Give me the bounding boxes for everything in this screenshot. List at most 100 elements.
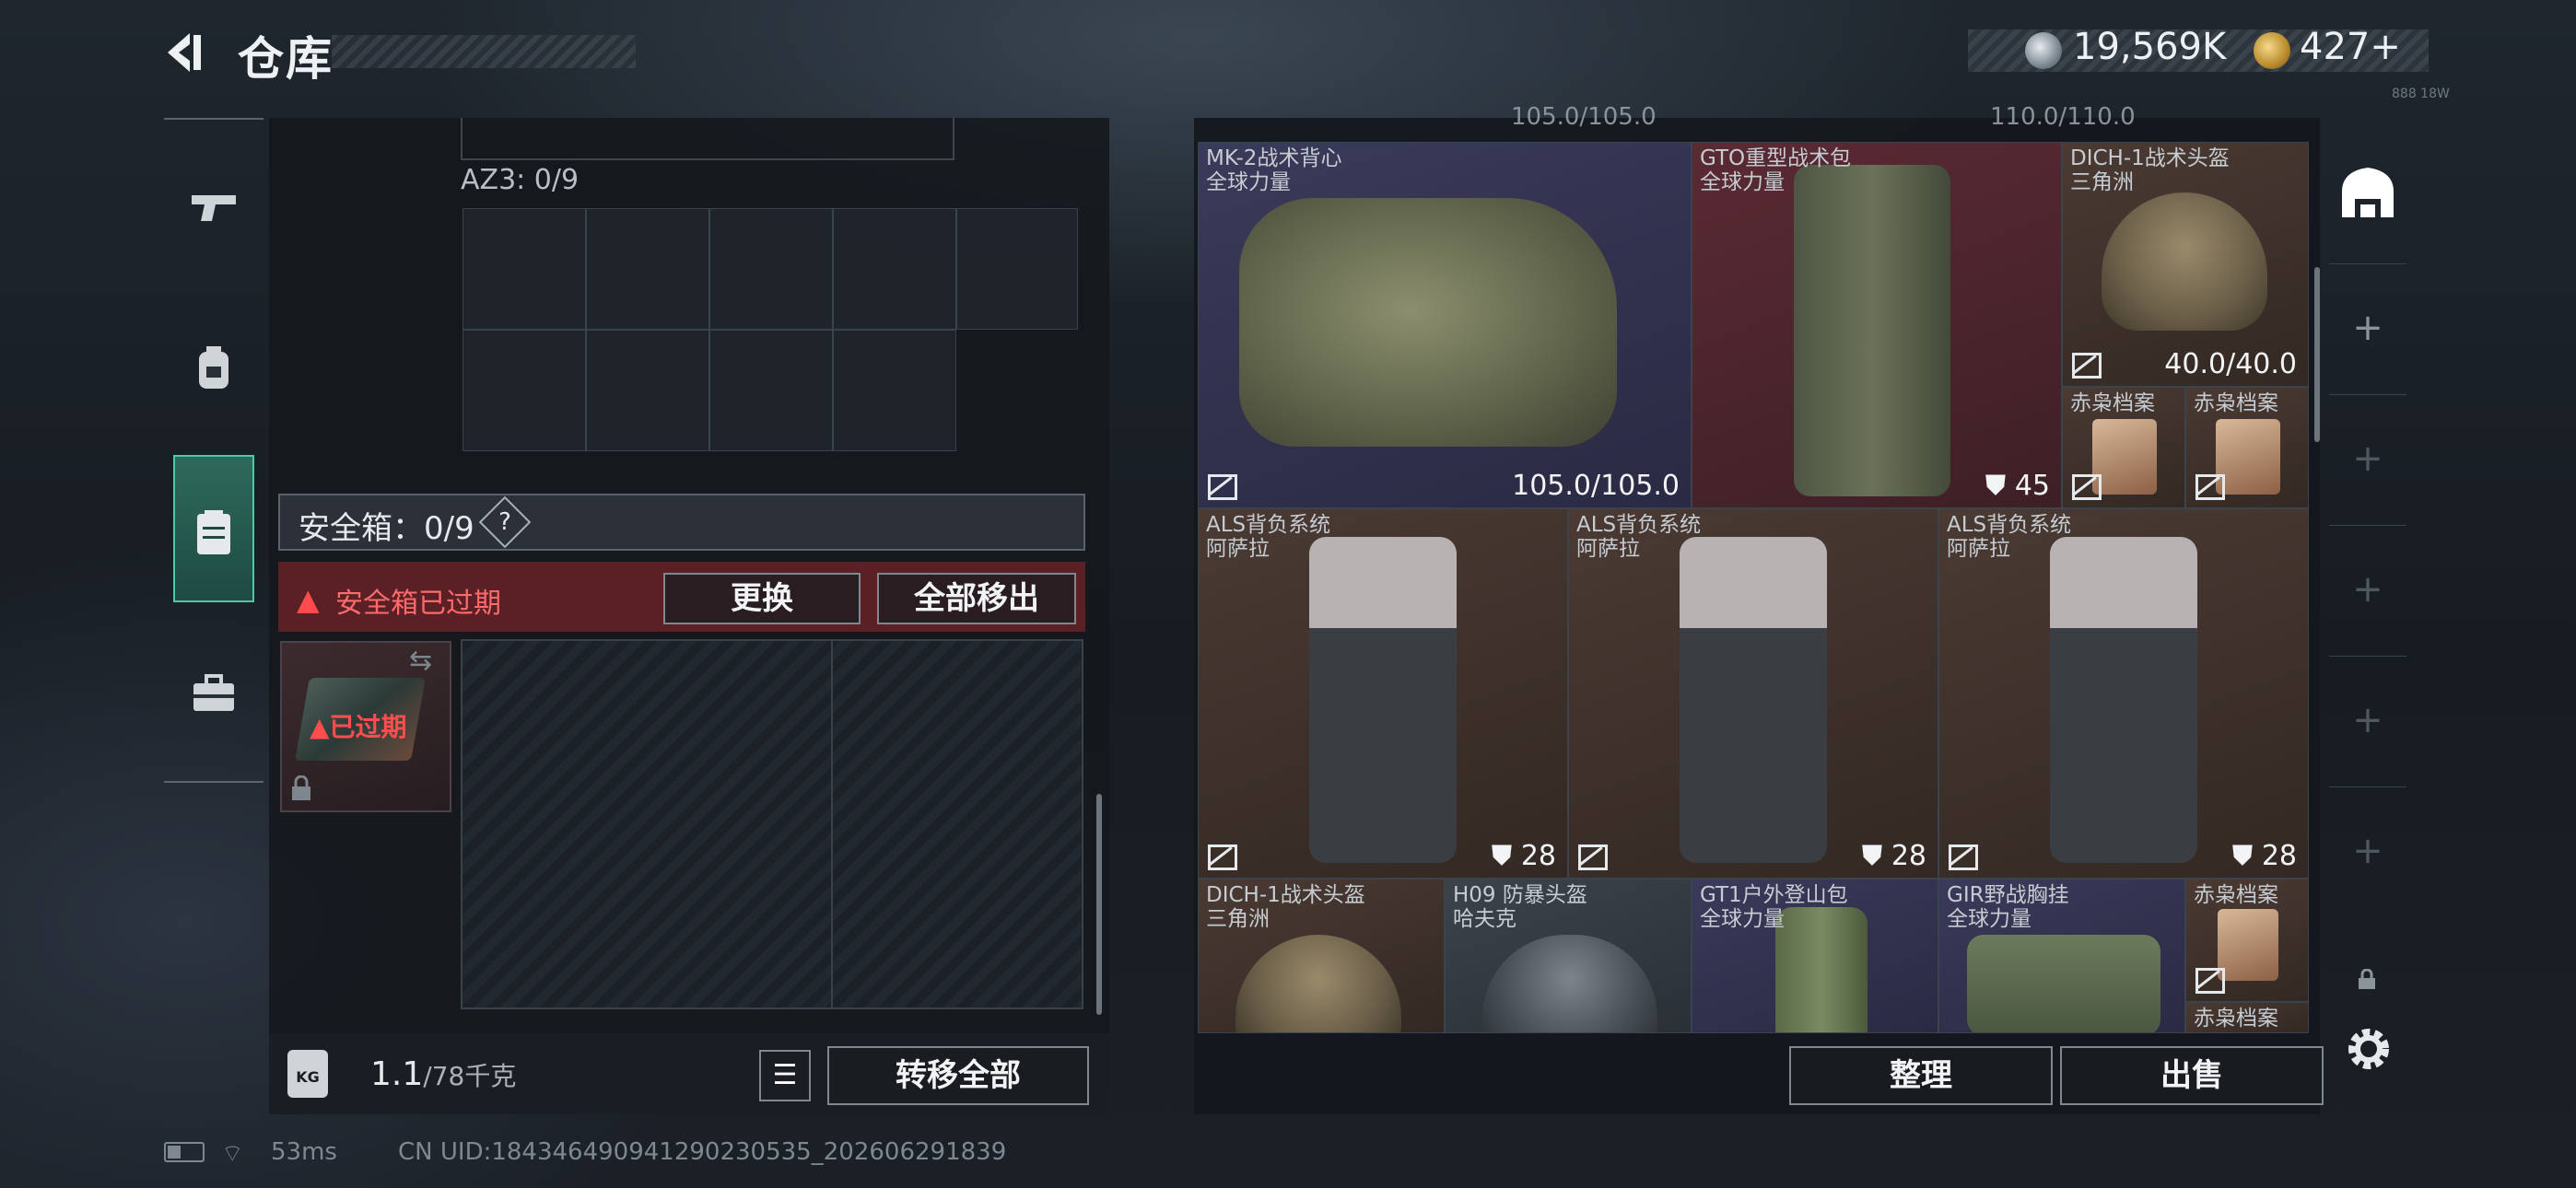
item-name: MK-2战术背心 bbox=[1206, 146, 1342, 170]
right-scrollbar[interactable] bbox=[2314, 267, 2320, 442]
item-dich1-helmet[interactable]: DICH-1战术头盔 三角洲 40.0/40.0 bbox=[2062, 142, 2309, 387]
az3-slot[interactable] bbox=[833, 208, 956, 330]
page-title: 仓库 bbox=[238, 32, 334, 86]
item-faction: 全球力量 bbox=[1700, 170, 1785, 194]
helmet-image bbox=[1482, 935, 1657, 1032]
item-name: 赤枭档案 bbox=[2194, 883, 2278, 907]
backpack-image bbox=[1794, 165, 1950, 496]
az3-slot[interactable] bbox=[463, 330, 586, 451]
item-capacity: ⛊ 45 bbox=[1985, 470, 2050, 502]
pistol-icon bbox=[188, 181, 240, 232]
als-image bbox=[1309, 537, 1457, 863]
add-storage-tab[interactable]: + bbox=[2329, 263, 2406, 390]
item-als-carrier[interactable]: ALS背负系统 阿萨拉 ⛊ 28 bbox=[1198, 508, 1568, 879]
item-faction: 阿萨拉 bbox=[1576, 537, 1640, 561]
unsellable-icon bbox=[1208, 844, 1237, 870]
item-capacity: ⛊ 28 bbox=[1861, 840, 1926, 872]
az3-slot[interactable] bbox=[709, 330, 833, 451]
replace-button[interactable]: 更换 bbox=[663, 573, 861, 624]
left-scrollbar[interactable] bbox=[1096, 794, 1102, 1015]
item-faction: 全球力量 bbox=[1700, 907, 1785, 931]
file-image bbox=[2092, 419, 2157, 495]
uid-readout: CN UID:18434649094129023053​5_2026062918… bbox=[398, 1138, 1007, 1166]
lock-icon bbox=[289, 775, 313, 800]
item-name: GIR野战胸挂 bbox=[1947, 883, 2069, 907]
transfer-all-button[interactable]: 转移全部 bbox=[827, 1046, 1089, 1105]
item-capacity: ⛊ 28 bbox=[2231, 840, 2297, 872]
list-view-icon[interactable]: ☰ bbox=[759, 1050, 811, 1101]
item-durability: 40.0/40.0 bbox=[2164, 348, 2297, 380]
expired-warning-text: 安全箱已过期 bbox=[335, 588, 501, 620]
item-mk2-vest[interactable]: MK-2战术背心 全球力量 105.0/105.0 bbox=[1198, 142, 1692, 508]
unsellable-icon bbox=[1578, 844, 1608, 870]
item-name: ALS背负系统 bbox=[1206, 513, 1331, 537]
item-name: ALS背负系统 bbox=[1576, 513, 1702, 537]
item-name: GTO重型战术包 bbox=[1700, 146, 1852, 170]
item-red-owl-file[interactable]: 赤枭档案 bbox=[2185, 879, 2309, 1002]
weight-readout: 1.1/78千克 bbox=[370, 1055, 517, 1093]
add-storage-tab[interactable]: + bbox=[2329, 525, 2406, 652]
az3-slot[interactable] bbox=[463, 208, 586, 330]
storage-icon[interactable] bbox=[2329, 147, 2406, 247]
az3-label: AZ3: 0/9 bbox=[461, 164, 580, 196]
item-red-owl-file[interactable]: 赤枭档案 bbox=[2185, 387, 2309, 508]
backpack-image bbox=[1775, 907, 1868, 1032]
item-gto-backpack[interactable]: GTO重型战术包 全球力量 ⛊ 45 bbox=[1692, 142, 2062, 508]
add-storage-tab[interactable]: + bbox=[2329, 786, 2406, 914]
item-gt1-backpack[interactable]: GT1户外登山包 全球力量 bbox=[1692, 879, 1938, 1033]
item-name: GT1户外登山包 bbox=[1700, 883, 1848, 907]
als-image bbox=[1680, 537, 1827, 863]
helmet-image bbox=[2102, 192, 2267, 331]
item-red-owl-file[interactable]: 赤枭档案 bbox=[2062, 387, 2185, 508]
case-expired-label: ▲已过期 bbox=[310, 712, 407, 742]
az3-slot[interactable] bbox=[956, 208, 1078, 330]
sort-button[interactable]: 整理 bbox=[1789, 1046, 2053, 1105]
item-faction: 全球力量 bbox=[1206, 170, 1291, 194]
move-all-out-button[interactable]: 全部移出 bbox=[877, 573, 1076, 624]
clipboard-icon bbox=[188, 507, 240, 558]
gold-amount[interactable]: 427+ bbox=[2300, 26, 2401, 68]
rig-image bbox=[1967, 935, 2160, 1032]
sell-button[interactable]: 出售 bbox=[2060, 1046, 2324, 1105]
weight-kg-icon: KG bbox=[287, 1050, 328, 1098]
item-name: DICH-1战术头盔 bbox=[2070, 146, 2230, 170]
az3-slot[interactable] bbox=[833, 330, 956, 451]
tiny-label: 888 18W bbox=[2392, 87, 2450, 101]
item-h09-helmet[interactable]: H09 防暴头盔 哈夫克 bbox=[1445, 879, 1692, 1033]
als-image bbox=[2050, 537, 2197, 863]
item-als-carrier[interactable]: ALS背负系统 阿萨拉 ⛊ 28 bbox=[1938, 508, 2309, 879]
file-image bbox=[2216, 419, 2280, 495]
swap-icon[interactable]: ⇆ bbox=[409, 645, 432, 677]
silver-coin-icon bbox=[2025, 32, 2062, 69]
unsellable-icon bbox=[2195, 968, 2225, 994]
item-faction: 哈夫克 bbox=[1453, 907, 1516, 931]
back-icon[interactable] bbox=[162, 29, 208, 76]
az3-slot[interactable] bbox=[709, 208, 833, 330]
gold-coin-icon bbox=[2254, 32, 2290, 69]
vest-image bbox=[1239, 198, 1617, 447]
item-faction: 阿萨拉 bbox=[1947, 537, 2010, 561]
add-storage-tab[interactable]: + bbox=[2329, 394, 2406, 521]
ping-readout: 53ms bbox=[271, 1138, 337, 1166]
az3-slot[interactable] bbox=[586, 208, 709, 330]
item-faction: 三角洲 bbox=[1206, 907, 1270, 931]
item-als-carrier[interactable]: ALS背负系统 阿萨拉 ⛊ 28 bbox=[1568, 508, 1938, 879]
grid-divider bbox=[831, 639, 833, 1009]
add-storage-tab[interactable]: + bbox=[2329, 656, 2406, 783]
backpack-icon bbox=[188, 343, 240, 394]
unsellable-icon bbox=[2072, 353, 2102, 379]
toolbox-icon bbox=[188, 667, 240, 718]
settings-icon[interactable] bbox=[2344, 1024, 2394, 1074]
cut-off-durability: 110.0/110.0 bbox=[1990, 103, 2136, 131]
item-gir-chest-rig[interactable]: GIR野战胸挂 全球力量 bbox=[1938, 879, 2185, 1033]
wifi-icon: ⌔ bbox=[221, 1140, 244, 1168]
item-name: DICH-1战术头盔 bbox=[1206, 883, 1365, 907]
helmet-image bbox=[1235, 935, 1401, 1032]
item-red-owl-file[interactable]: 赤枭档案 bbox=[2185, 1002, 2309, 1033]
safe-box-label: 安全箱：0/9 bbox=[299, 510, 474, 547]
az3-slot[interactable] bbox=[586, 330, 709, 451]
battery-icon bbox=[164, 1142, 205, 1162]
unsellable-icon bbox=[1208, 474, 1237, 500]
item-dich1-helmet[interactable]: DICH-1战术头盔 三角洲 bbox=[1198, 879, 1445, 1033]
item-capacity: ⛊ 28 bbox=[1491, 840, 1556, 872]
